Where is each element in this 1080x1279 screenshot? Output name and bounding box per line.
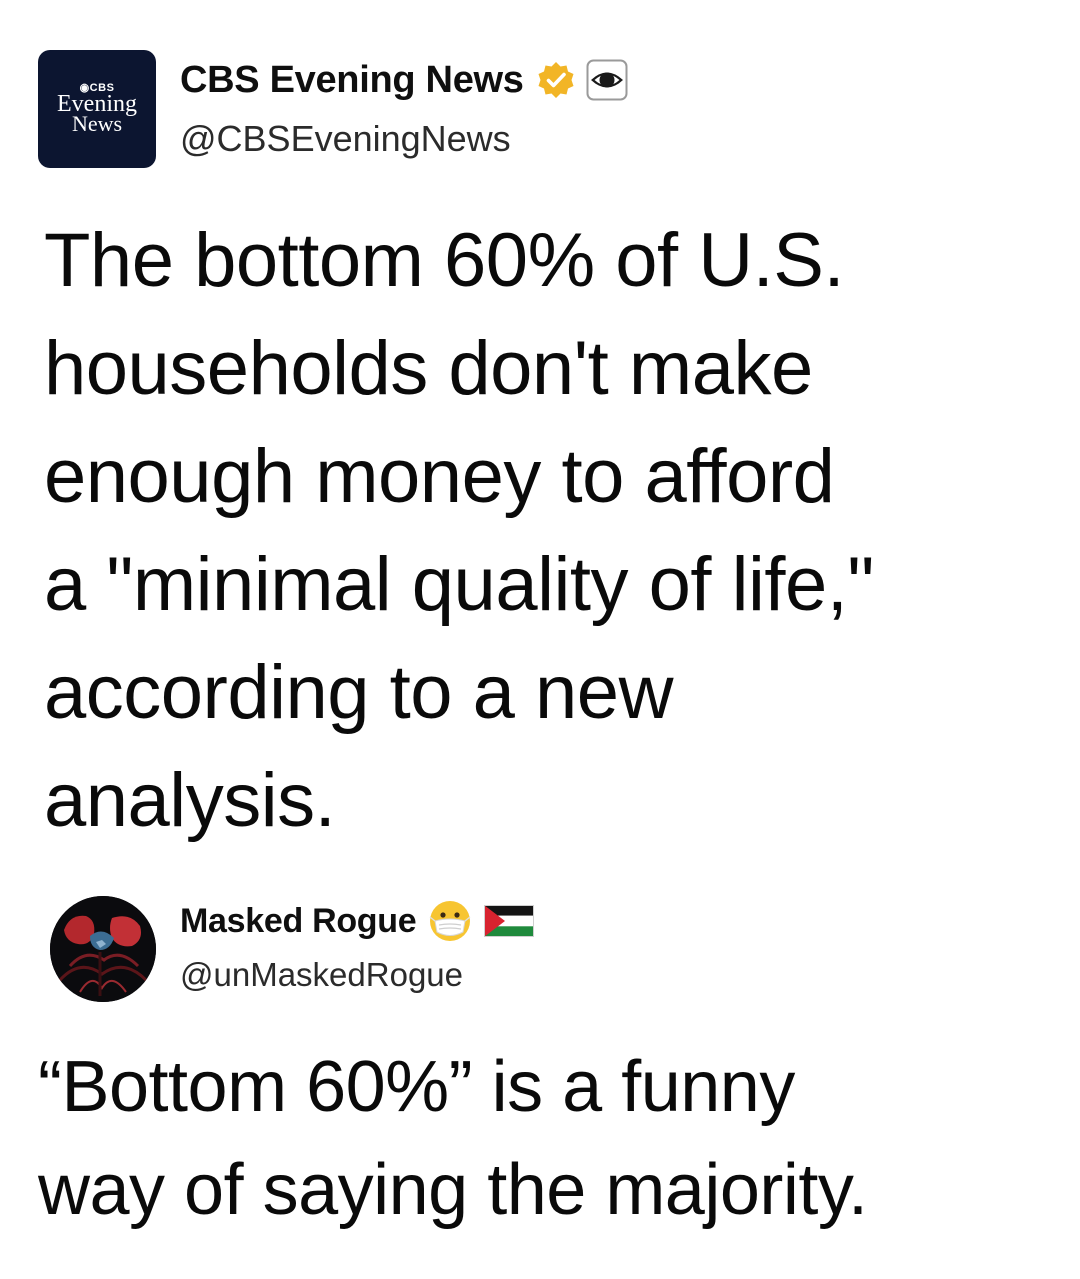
tweet-text-line: analysis. bbox=[44, 758, 336, 843]
cbs-evening-news-avatar[interactable]: ◉CBS Evening News bbox=[38, 50, 156, 168]
tweet-text-line: “Bottom 60%” is a funny bbox=[38, 1047, 795, 1127]
tweet-text-line: way of saying the majority. bbox=[38, 1150, 868, 1230]
display-name[interactable]: CBS Evening News bbox=[180, 59, 524, 102]
masked-figure-avatar-icon bbox=[50, 896, 156, 1002]
tweet-text-line: enough money to afford bbox=[44, 434, 835, 519]
tweet-text: The bottom 60% of U.S. households don't … bbox=[44, 207, 1054, 855]
palestine-flag-icon bbox=[484, 905, 535, 937]
tweet-text-line: a "minimal quality of life," bbox=[44, 542, 874, 627]
author-handle[interactable]: @CBSEveningNews bbox=[180, 118, 511, 160]
masked-rogue-avatar[interactable] bbox=[50, 896, 156, 1002]
tweet-text-line: households don't make bbox=[44, 326, 813, 411]
author-handle[interactable]: @unMaskedRogue bbox=[180, 956, 463, 994]
cbs-eye-icon bbox=[586, 59, 628, 101]
author-name-row: CBS Evening News bbox=[180, 57, 628, 103]
tweet-text: “Bottom 60%” is a funny way of saying th… bbox=[38, 1036, 1068, 1242]
tweet-text-line: according to a new bbox=[44, 650, 673, 735]
face-with-medical-mask-emoji bbox=[429, 901, 471, 941]
display-name[interactable]: Masked Rogue bbox=[180, 902, 417, 941]
avatar-logo-news: News bbox=[71, 111, 123, 136]
author-name-row: Masked Rogue bbox=[180, 900, 535, 942]
tweet-text-line: The bottom 60% of U.S. bbox=[44, 218, 845, 303]
verified-gold-check-icon bbox=[538, 62, 574, 98]
